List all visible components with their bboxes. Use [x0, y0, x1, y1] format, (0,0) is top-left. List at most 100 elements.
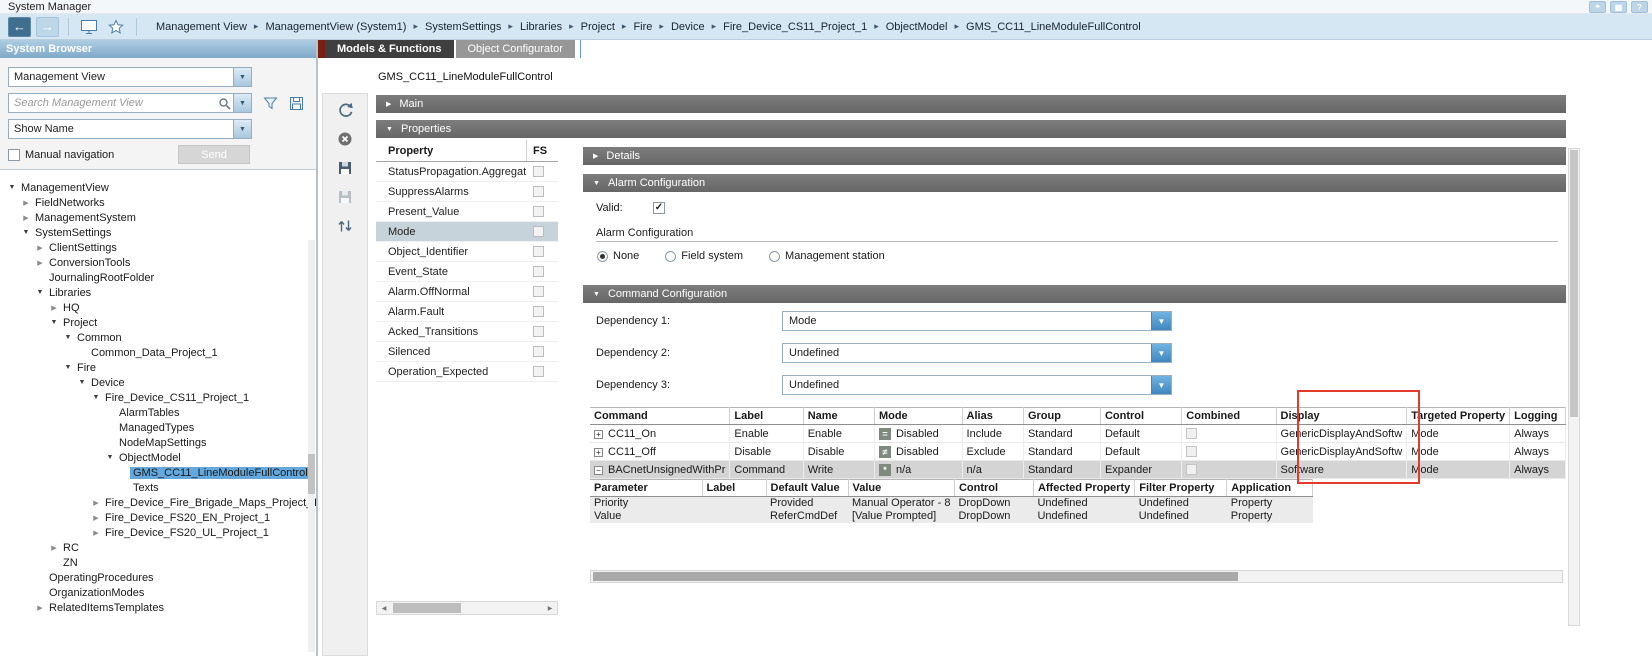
- save-button[interactable]: [333, 159, 357, 179]
- section-command-configuration[interactable]: ▼ Command Configuration: [583, 285, 1566, 303]
- search-input[interactable]: [9, 97, 216, 109]
- fs-checkbox[interactable]: [533, 206, 544, 217]
- tab-object-configurator[interactable]: Object Configurator: [456, 40, 575, 58]
- scrollbar-thumb[interactable]: [593, 572, 1238, 581]
- tree-item[interactable]: ▶ClientSettings: [0, 240, 316, 255]
- dependency-3-selector[interactable]: Undefined ▼: [782, 375, 1172, 395]
- property-row[interactable]: Alarm.OffNormal: [376, 282, 558, 302]
- parameter-column-header[interactable]: Control: [954, 480, 1033, 497]
- parameter-column-header[interactable]: Default Value: [766, 480, 848, 497]
- command-row[interactable]: +CC11_OnEnableEnable=DisabledIncludeStan…: [590, 425, 1566, 443]
- tree-item[interactable]: Texts: [0, 480, 316, 495]
- tree-item[interactable]: OrganizationModes: [0, 585, 316, 600]
- command-column-header[interactable]: Display: [1276, 408, 1407, 425]
- command-column-header[interactable]: Group: [1023, 408, 1100, 425]
- expand-row-icon[interactable]: +: [594, 430, 603, 439]
- command-column-header[interactable]: Logging: [1510, 408, 1566, 425]
- save-as-button[interactable]: [333, 188, 357, 208]
- layout-icon[interactable]: ▦: [1610, 1, 1627, 13]
- command-column-header[interactable]: Command: [590, 408, 730, 425]
- chevron-down-icon[interactable]: ▼: [1151, 344, 1171, 362]
- chevron-expanded-icon[interactable]: ▼: [90, 394, 102, 401]
- tree-item[interactable]: ▶RelatedItemsTemplates: [0, 600, 316, 615]
- chevron-down-icon[interactable]: ▼: [1151, 376, 1171, 394]
- fs-checkbox[interactable]: [533, 186, 544, 197]
- command-column-header[interactable]: Mode: [874, 408, 962, 425]
- scroll-left-icon[interactable]: ◀: [377, 605, 391, 612]
- breadcrumb-item[interactable]: Device: [669, 21, 707, 33]
- command-column-header[interactable]: Control: [1100, 408, 1181, 425]
- send-button[interactable]: Send: [178, 145, 250, 164]
- parameter-column-header[interactable]: Affected Property: [1033, 480, 1134, 497]
- tree-item[interactable]: ▼ManagementView: [0, 180, 316, 195]
- scrollbar-thumb[interactable]: [1570, 150, 1578, 417]
- chevron-expanded-icon[interactable]: ▼: [48, 319, 60, 326]
- tree-item[interactable]: ▶Fire_Device_Fire_Brigade_Maps_Project_1: [0, 495, 316, 510]
- help-icon[interactable]: ?: [1631, 1, 1648, 13]
- column-header-property[interactable]: Property: [376, 140, 527, 161]
- breadcrumb-item[interactable]: Project: [579, 21, 617, 33]
- filter-icon[interactable]: [263, 96, 278, 111]
- property-row[interactable]: Silenced: [376, 342, 558, 362]
- tree-item[interactable]: ▼Device: [0, 375, 316, 390]
- chevron-expanded-icon[interactable]: ▼: [62, 364, 74, 371]
- parameter-column-header[interactable]: Filter Property: [1135, 480, 1227, 497]
- display-mode-selector[interactable]: Show Name ▼: [8, 119, 252, 139]
- import-export-button[interactable]: [333, 217, 357, 237]
- property-row[interactable]: Object_Identifier: [376, 242, 558, 262]
- parameter-row[interactable]: PriorityProvidedManual Operator - 8DropD…: [590, 497, 1313, 510]
- fs-checkbox[interactable]: [533, 306, 544, 317]
- property-row[interactable]: Alarm.Fault: [376, 302, 558, 322]
- property-grid-hscrollbar[interactable]: ◀ ▶: [376, 601, 558, 615]
- combined-checkbox[interactable]: [1186, 464, 1197, 475]
- tree-item[interactable]: ▶HQ: [0, 300, 316, 315]
- fs-checkbox[interactable]: [533, 166, 544, 177]
- tree-item[interactable]: GMS_CC11_LineModuleFullControl: [0, 465, 316, 480]
- fs-checkbox[interactable]: [533, 226, 544, 237]
- breadcrumb-item[interactable]: Fire: [631, 21, 654, 33]
- command-column-header[interactable]: Combined: [1182, 408, 1276, 425]
- fs-checkbox[interactable]: [533, 286, 544, 297]
- property-row[interactable]: Mode: [376, 222, 558, 242]
- section-details[interactable]: ▶ Details: [583, 147, 1566, 165]
- chevron-collapsed-icon[interactable]: ▶: [48, 304, 60, 312]
- combined-checkbox[interactable]: [1186, 446, 1197, 457]
- parameter-column-header[interactable]: Value: [848, 480, 954, 497]
- breadcrumb-item[interactable]: ManagementView (System1): [263, 21, 408, 33]
- tree-scrollbar-thumb[interactable]: [308, 454, 315, 494]
- chevron-collapsed-icon[interactable]: ▶: [48, 544, 60, 552]
- section-properties[interactable]: ▼ Properties: [376, 120, 1566, 138]
- chevron-collapsed-icon[interactable]: ▶: [20, 214, 32, 222]
- tree-item[interactable]: ▶Fire_Device_FS20_EN_Project_1: [0, 510, 316, 525]
- chevron-collapsed-icon[interactable]: ▶: [90, 499, 102, 507]
- section-alarm-configuration[interactable]: ▼ Alarm Configuration: [583, 174, 1566, 192]
- forward-button[interactable]: →: [36, 17, 59, 37]
- parameter-row[interactable]: ValueReferCmdDef[Value Prompted]DropDown…: [590, 510, 1313, 523]
- back-button[interactable]: ←: [8, 17, 31, 37]
- chevron-expanded-icon[interactable]: ▼: [62, 334, 74, 341]
- tree-item[interactable]: ▼Common: [0, 330, 316, 345]
- manual-navigation-checkbox[interactable]: [8, 149, 20, 161]
- parameter-column-header[interactable]: Parameter: [590, 480, 702, 497]
- discard-changes-button[interactable]: [333, 130, 357, 150]
- tree-item[interactable]: ▶Fire_Device_FS20_UL_Project_1: [0, 525, 316, 540]
- command-column-header[interactable]: Alias: [962, 408, 1023, 425]
- tree-item[interactable]: ▼Project: [0, 315, 316, 330]
- chevron-expanded-icon[interactable]: ▼: [76, 379, 88, 386]
- chevron-collapsed-icon[interactable]: ▶: [20, 199, 32, 207]
- section-main[interactable]: ▶ Main: [376, 95, 1566, 113]
- property-row[interactable]: Present_Value: [376, 202, 558, 222]
- breadcrumb-item[interactable]: GMS_CC11_LineModuleFullControl: [964, 21, 1143, 33]
- tree-item[interactable]: ▼Fire: [0, 360, 316, 375]
- tab-models-functions[interactable]: Models & Functions: [325, 40, 454, 58]
- tree-item[interactable]: JournalingRootFolder: [0, 270, 316, 285]
- valid-checkbox[interactable]: ✓: [653, 202, 665, 214]
- tree-item[interactable]: ▶FieldNetworks: [0, 195, 316, 210]
- command-row[interactable]: +CC11_OffDisableDisable≠DisabledExcludeS…: [590, 443, 1566, 461]
- tree-item[interactable]: ▶ConversionTools: [0, 255, 316, 270]
- fs-checkbox[interactable]: [533, 346, 544, 357]
- tree-item[interactable]: AlarmTables: [0, 405, 316, 420]
- tree-item[interactable]: ▶RC: [0, 540, 316, 555]
- save-filter-icon[interactable]: [289, 96, 304, 111]
- command-column-header[interactable]: Label: [730, 408, 803, 425]
